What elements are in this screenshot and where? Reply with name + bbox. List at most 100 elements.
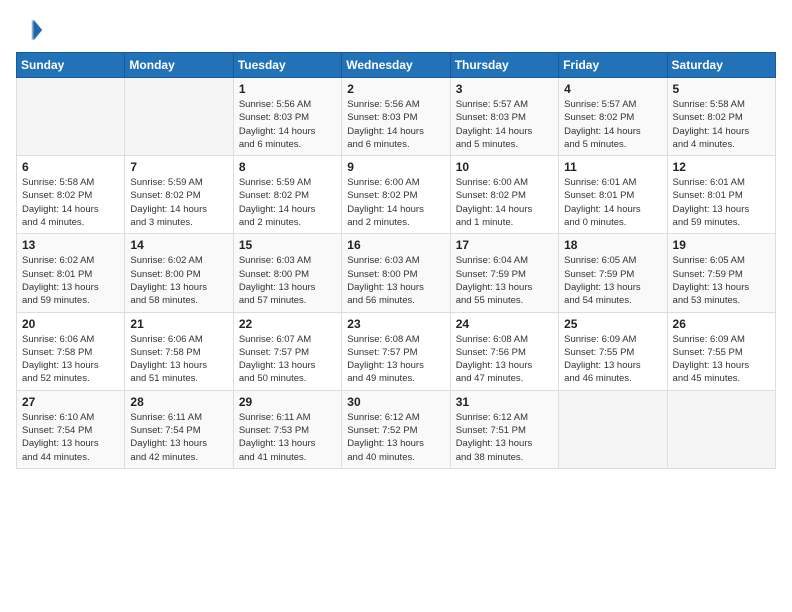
logo-icon xyxy=(16,16,44,44)
day-info: Sunrise: 5:58 AM Sunset: 8:02 PM Dayligh… xyxy=(22,176,119,229)
weekday-header-wednesday: Wednesday xyxy=(342,53,450,78)
day-number: 19 xyxy=(673,238,770,252)
calendar-cell: 31 Sunrise: 6:12 AM Sunset: 7:51 PM Dayli… xyxy=(450,390,558,468)
day-number: 28 xyxy=(130,395,227,409)
calendar-cell: 29 Sunrise: 6:11 AM Sunset: 7:53 PM Dayli… xyxy=(233,390,341,468)
calendar-cell: 3 Sunrise: 5:57 AM Sunset: 8:03 PM Daylig… xyxy=(450,78,558,156)
day-info: Sunrise: 6:09 AM Sunset: 7:55 PM Dayligh… xyxy=(673,333,770,386)
weekday-header-friday: Friday xyxy=(559,53,667,78)
calendar-cell: 10 Sunrise: 6:00 AM Sunset: 8:02 PM Dayli… xyxy=(450,156,558,234)
calendar-cell: 22 Sunrise: 6:07 AM Sunset: 7:57 PM Dayli… xyxy=(233,312,341,390)
week-row-2: 6 Sunrise: 5:58 AM Sunset: 8:02 PM Daylig… xyxy=(17,156,776,234)
day-info: Sunrise: 5:58 AM Sunset: 8:02 PM Dayligh… xyxy=(673,98,770,151)
day-info: Sunrise: 6:01 AM Sunset: 8:01 PM Dayligh… xyxy=(673,176,770,229)
day-number: 9 xyxy=(347,160,444,174)
day-info: Sunrise: 6:00 AM Sunset: 8:02 PM Dayligh… xyxy=(347,176,444,229)
calendar-cell: 18Sunrise: 6:05 AM Sunset: 7:59 PM Dayli… xyxy=(559,234,667,312)
calendar: SundayMondayTuesdayWednesdayThursdayFrid… xyxy=(16,52,776,469)
calendar-cell: 13Sunrise: 6:02 AM Sunset: 8:01 PM Dayli… xyxy=(17,234,125,312)
day-info: Sunrise: 6:11 AM Sunset: 7:53 PM Dayligh… xyxy=(239,411,336,464)
day-info: Sunrise: 6:07 AM Sunset: 7:57 PM Dayligh… xyxy=(239,333,336,386)
day-number: 29 xyxy=(239,395,336,409)
week-row-3: 13Sunrise: 6:02 AM Sunset: 8:01 PM Dayli… xyxy=(17,234,776,312)
day-number: 22 xyxy=(239,317,336,331)
day-number: 25 xyxy=(564,317,661,331)
day-number: 12 xyxy=(673,160,770,174)
calendar-cell: 2Sunrise: 5:56 AM Sunset: 8:03 PM Daylig… xyxy=(342,78,450,156)
calendar-cell xyxy=(667,390,775,468)
day-number: 15 xyxy=(239,238,336,252)
day-info: Sunrise: 5:57 AM Sunset: 8:02 PM Dayligh… xyxy=(564,98,661,151)
day-info: Sunrise: 6:06 AM Sunset: 7:58 PM Dayligh… xyxy=(22,333,119,386)
day-number: 5 xyxy=(673,82,770,96)
calendar-cell: 8Sunrise: 5:59 AM Sunset: 8:02 PM Daylig… xyxy=(233,156,341,234)
day-info: Sunrise: 6:10 AM Sunset: 7:54 PM Dayligh… xyxy=(22,411,119,464)
weekday-header-row: SundayMondayTuesdayWednesdayThursdayFrid… xyxy=(17,53,776,78)
day-info: Sunrise: 6:09 AM Sunset: 7:55 PM Dayligh… xyxy=(564,333,661,386)
calendar-cell: 28 Sunrise: 6:11 AM Sunset: 7:54 PM Dayli… xyxy=(125,390,233,468)
day-info: Sunrise: 6:11 AM Sunset: 7:54 PM Dayligh… xyxy=(130,411,227,464)
logo xyxy=(16,16,48,44)
day-number: 30 xyxy=(347,395,444,409)
weekday-header-thursday: Thursday xyxy=(450,53,558,78)
day-number: 7 xyxy=(130,160,227,174)
day-number: 23 xyxy=(347,317,444,331)
calendar-cell: 9 Sunrise: 6:00 AM Sunset: 8:02 PM Daylig… xyxy=(342,156,450,234)
weekday-header-tuesday: Tuesday xyxy=(233,53,341,78)
page: SundayMondayTuesdayWednesdayThursdayFrid… xyxy=(0,0,792,612)
day-number: 11 xyxy=(564,160,661,174)
calendar-cell: 26Sunrise: 6:09 AM Sunset: 7:55 PM Dayli… xyxy=(667,312,775,390)
calendar-cell: 27 Sunrise: 6:10 AM Sunset: 7:54 PM Dayli… xyxy=(17,390,125,468)
day-number: 6 xyxy=(22,160,119,174)
calendar-cell: 19 Sunrise: 6:05 AM Sunset: 7:59 PM Dayli… xyxy=(667,234,775,312)
calendar-cell xyxy=(559,390,667,468)
day-number: 18 xyxy=(564,238,661,252)
day-number: 20 xyxy=(22,317,119,331)
day-info: Sunrise: 6:05 AM Sunset: 7:59 PM Dayligh… xyxy=(673,254,770,307)
day-number: 1 xyxy=(239,82,336,96)
weekday-header-monday: Monday xyxy=(125,53,233,78)
day-info: Sunrise: 6:03 AM Sunset: 8:00 PM Dayligh… xyxy=(239,254,336,307)
calendar-cell xyxy=(125,78,233,156)
calendar-cell xyxy=(17,78,125,156)
calendar-cell: 11 Sunrise: 6:01 AM Sunset: 8:01 PM Dayli… xyxy=(559,156,667,234)
calendar-cell: 12 Sunrise: 6:01 AM Sunset: 8:01 PM Dayli… xyxy=(667,156,775,234)
calendar-cell: 21 Sunrise: 6:06 AM Sunset: 7:58 PM Dayli… xyxy=(125,312,233,390)
day-number: 10 xyxy=(456,160,553,174)
day-info: Sunrise: 6:08 AM Sunset: 7:57 PM Dayligh… xyxy=(347,333,444,386)
day-info: Sunrise: 6:02 AM Sunset: 8:00 PM Dayligh… xyxy=(130,254,227,307)
weekday-header-sunday: Sunday xyxy=(17,53,125,78)
day-info: Sunrise: 6:08 AM Sunset: 7:56 PM Dayligh… xyxy=(456,333,553,386)
calendar-cell: 6 Sunrise: 5:58 AM Sunset: 8:02 PM Daylig… xyxy=(17,156,125,234)
calendar-cell: 30 Sunrise: 6:12 AM Sunset: 7:52 PM Dayli… xyxy=(342,390,450,468)
week-row-5: 27 Sunrise: 6:10 AM Sunset: 7:54 PM Dayli… xyxy=(17,390,776,468)
calendar-cell: 14 Sunrise: 6:02 AM Sunset: 8:00 PM Dayli… xyxy=(125,234,233,312)
calendar-cell: 1Sunrise: 5:56 AM Sunset: 8:03 PM Daylig… xyxy=(233,78,341,156)
day-number: 8 xyxy=(239,160,336,174)
day-number: 3 xyxy=(456,82,553,96)
day-info: Sunrise: 5:57 AM Sunset: 8:03 PM Dayligh… xyxy=(456,98,553,151)
day-number: 27 xyxy=(22,395,119,409)
calendar-cell: 4 Sunrise: 5:57 AM Sunset: 8:02 PM Daylig… xyxy=(559,78,667,156)
day-info: Sunrise: 6:12 AM Sunset: 7:51 PM Dayligh… xyxy=(456,411,553,464)
calendar-cell: 24Sunrise: 6:08 AM Sunset: 7:56 PM Dayli… xyxy=(450,312,558,390)
day-info: Sunrise: 6:06 AM Sunset: 7:58 PM Dayligh… xyxy=(130,333,227,386)
day-info: Sunrise: 6:01 AM Sunset: 8:01 PM Dayligh… xyxy=(564,176,661,229)
calendar-cell: 17Sunrise: 6:04 AM Sunset: 7:59 PM Dayli… xyxy=(450,234,558,312)
day-number: 31 xyxy=(456,395,553,409)
calendar-cell: 23 Sunrise: 6:08 AM Sunset: 7:57 PM Dayli… xyxy=(342,312,450,390)
day-number: 21 xyxy=(130,317,227,331)
day-number: 14 xyxy=(130,238,227,252)
day-number: 2 xyxy=(347,82,444,96)
day-number: 13 xyxy=(22,238,119,252)
weekday-header-saturday: Saturday xyxy=(667,53,775,78)
day-info: Sunrise: 6:00 AM Sunset: 8:02 PM Dayligh… xyxy=(456,176,553,229)
calendar-cell: 20 Sunrise: 6:06 AM Sunset: 7:58 PM Dayli… xyxy=(17,312,125,390)
day-info: Sunrise: 6:12 AM Sunset: 7:52 PM Dayligh… xyxy=(347,411,444,464)
day-info: Sunrise: 6:03 AM Sunset: 8:00 PM Dayligh… xyxy=(347,254,444,307)
week-row-1: 1Sunrise: 5:56 AM Sunset: 8:03 PM Daylig… xyxy=(17,78,776,156)
day-number: 4 xyxy=(564,82,661,96)
day-number: 16 xyxy=(347,238,444,252)
calendar-cell: 5 Sunrise: 5:58 AM Sunset: 8:02 PM Daylig… xyxy=(667,78,775,156)
header xyxy=(16,16,776,44)
